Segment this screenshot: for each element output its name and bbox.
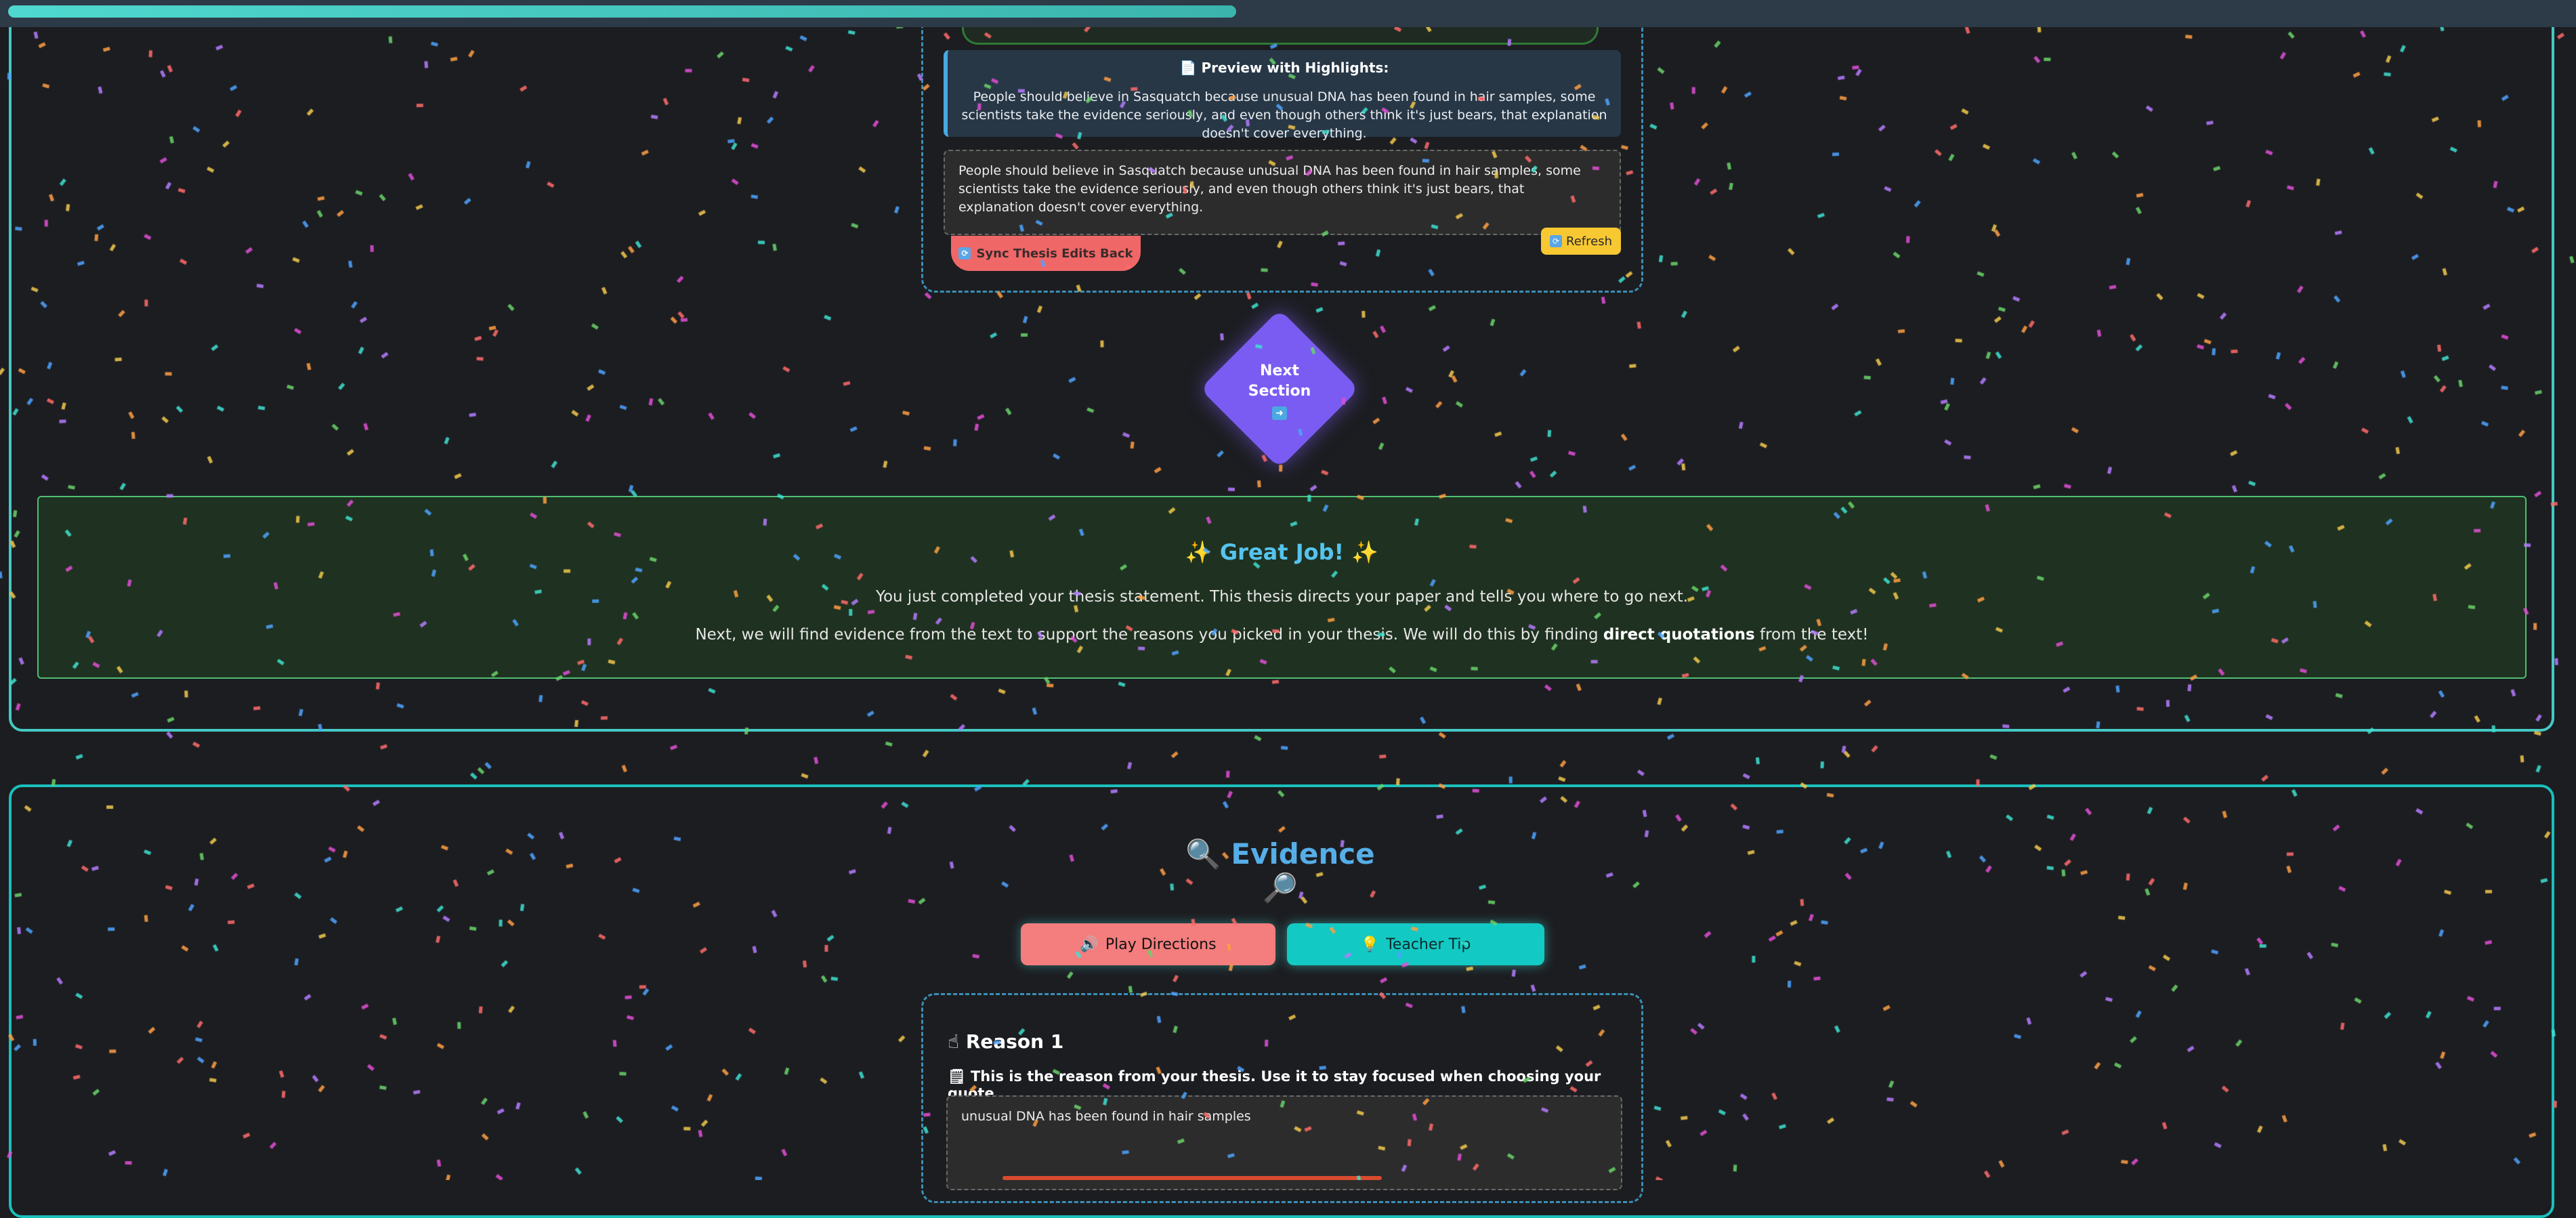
- preview-title: 📄 Preview with Highlights:: [1179, 60, 1389, 76]
- evidence-title: 🔍 Evidence 🔎: [1185, 837, 1375, 904]
- preview-highlights-box: 📄 Preview with Highlights: People should…: [944, 50, 1621, 141]
- great-job-line2: Next, we will find evidence from the tex…: [695, 626, 1869, 644]
- bottom-accent: [1002, 1176, 1382, 1180]
- arrow-right-icon: ➜: [1272, 406, 1287, 420]
- lightbulb-icon: 💡: [1360, 936, 1380, 953]
- pointing-hand-icon: ☝: [948, 1030, 960, 1053]
- play-directions-button[interactable]: 🔊 Play Directions: [1021, 923, 1275, 965]
- progress-bar: [0, 0, 2576, 27]
- refresh-button[interactable]: ⟳ Refresh: [1541, 228, 1621, 255]
- preview-text: People should believe in Sasquatch becau…: [961, 89, 1607, 141]
- great-job-title: ✨ Great Job! ✨: [1185, 539, 1379, 565]
- speaker-icon: 🔊: [1080, 936, 1099, 953]
- great-job-line1: You just completed your thesis statement…: [875, 588, 1689, 606]
- progress-fill: [8, 5, 1237, 18]
- reason-field-text[interactable]: unusual DNA has been found in hair sampl…: [961, 1109, 1251, 1124]
- magnifier-icon: 🔎: [1262, 871, 1298, 904]
- great-job-panel: ✨ Great Job! ✨ You just completed your t…: [37, 496, 2527, 679]
- thesis-edit-field[interactable]: People should believe in Sasquatch becau…: [944, 150, 1621, 235]
- notepad-icon: 🗒: [948, 1068, 966, 1085]
- reason-title: ☝ Reason 1: [948, 1030, 1064, 1053]
- document-icon: 📄: [1179, 60, 1197, 76]
- reason-card: ☝ Reason 1 🗒 This is the reason from you…: [921, 993, 1643, 1203]
- refresh-icon: ⟳: [1550, 235, 1562, 247]
- sync-thesis-button[interactable]: ⟳ Sync Thesis Edits Back: [951, 236, 1141, 271]
- magnifier-icon: 🔍: [1185, 837, 1221, 870]
- thesis-edit-text[interactable]: People should believe in Sasquatch becau…: [958, 162, 1595, 217]
- sync-icon: ⟳: [958, 247, 971, 259]
- teacher-tip-button[interactable]: 💡 Teacher Tip: [1287, 923, 1544, 965]
- next-section-label[interactable]: Next Section ➜: [1212, 361, 1347, 422]
